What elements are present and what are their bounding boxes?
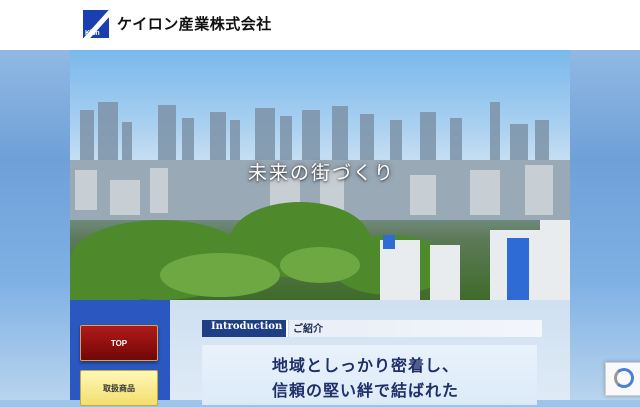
site-header: Klon ケイロン産業株式会社 <box>0 0 640 50</box>
hero-banner: 未来の街づくり <box>70 50 570 300</box>
intro-feature-line1: 地域としっかり密着し、 <box>272 356 460 375</box>
logo-text: Klon <box>85 30 100 37</box>
nav-top-button[interactable]: TOP <box>80 325 158 361</box>
intro-heading-en: Introduction <box>211 321 283 332</box>
intro-divider <box>286 320 288 337</box>
company-name[interactable]: ケイロン産業株式会社 <box>117 13 272 34</box>
hero-title: 未来の街づくり <box>248 162 396 184</box>
recaptcha-badge[interactable] <box>605 362 640 396</box>
intro-heading-ja: ご紹介 <box>293 324 323 335</box>
company-logo-icon[interactable]: Klon <box>83 10 109 38</box>
nav-products-button[interactable]: 取扱商品 <box>80 370 158 406</box>
recaptcha-icon <box>614 368 634 388</box>
intro-feature-line2: 信頼の堅い絆で結ばれた <box>272 381 460 400</box>
